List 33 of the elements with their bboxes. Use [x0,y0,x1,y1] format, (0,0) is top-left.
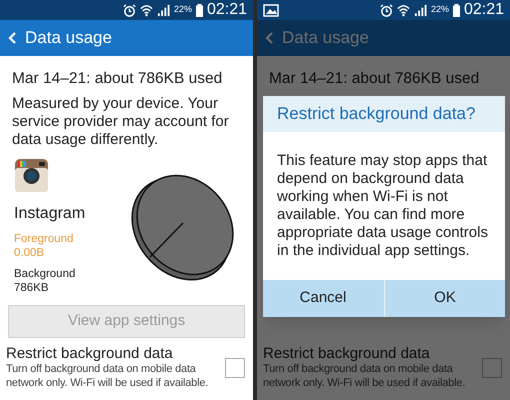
wifi-icon [396,4,410,16]
restrict-description: Turn off background data on mobile data network only. Wi-Fi will be used if available. [263,363,466,390]
dialog-message: This feature may stop apps that depend on background data working when Wi-Fi is not available. You can find more appropriate data usage controls in the individual app settings. [276,151,489,261]
restrict-description: Turn off background data on mobile data network only. Wi-Fi will be used if available. [6,363,210,390]
restrict-checkbox[interactable] [225,358,245,378]
battery-icon [196,4,203,16]
background-label: Background [14,267,76,281]
dialog-title: Restrict background data? [277,103,476,126]
screen-title: Data usage [25,27,112,50]
foreground-value: 0.00B [14,246,46,260]
back-icon[interactable] [8,31,17,45]
camera-app-icon [15,159,48,192]
usage-summary: Mar 14–21: about 786KB used [12,69,224,89]
wifi-icon [140,4,153,16]
background-value: 786KB [14,281,50,295]
usage-note: Measured by your device. Your service provider may account for data usage differently. [12,95,230,149]
restrict-title: Restrict background data [263,345,431,363]
restrict-title: Restrict background data [6,345,174,363]
foreground-label: Foreground [14,232,74,246]
signal-icon [414,4,427,16]
signal-icon [156,4,170,16]
alarm-icon [122,4,136,16]
screen-title: Data usage [282,27,369,50]
clock-time: 02:21 [464,2,504,18]
battery-percent: 22% [430,3,449,16]
clock-time: 02:21 [206,2,247,18]
restrict-checkbox[interactable] [482,358,502,378]
battery-percent: 22% [174,3,192,16]
usage-summary: Mar 14–21: about 786KB used [269,69,480,89]
alarm-icon [380,4,393,16]
back-icon[interactable] [265,31,274,45]
app-name: Instagram [14,204,86,224]
battery-icon [452,4,460,16]
